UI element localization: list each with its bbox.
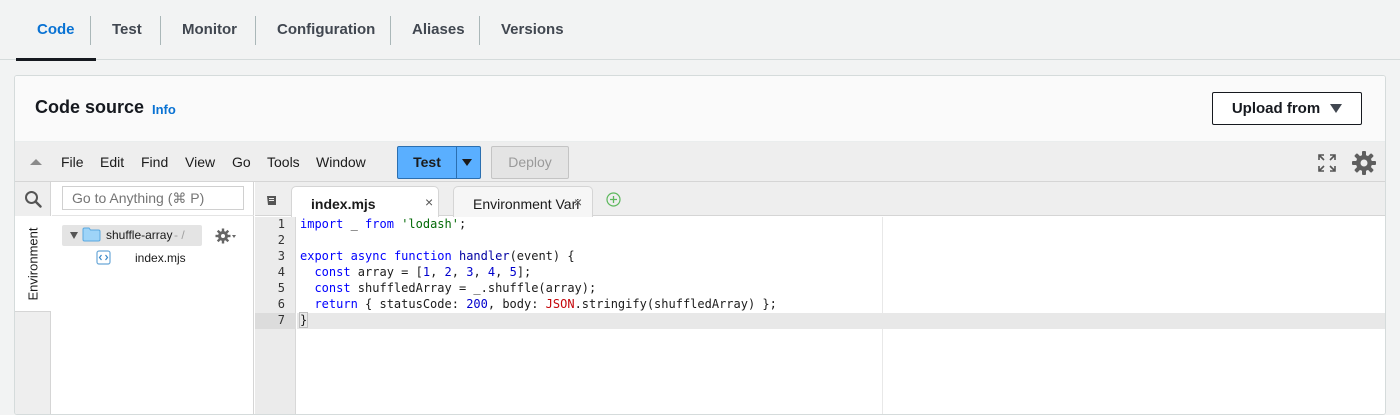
- code-line-7: }: [298, 312, 309, 328]
- line-number: 7: [277, 313, 285, 327]
- folder-icon: [82, 227, 101, 242]
- file-name: index.mjs: [135, 251, 186, 265]
- search-icon[interactable]: [24, 190, 42, 208]
- tab-test[interactable]: Test: [91, 0, 163, 60]
- divider: [52, 215, 254, 216]
- tab-aliases[interactable]: Aliases: [391, 0, 486, 60]
- folder-path: - /: [174, 228, 185, 242]
- ide-menu-bar: File Edit Find View Go Tools Window Test…: [15, 142, 1385, 182]
- line-number: 2: [277, 233, 285, 247]
- active-line-highlight: [297, 313, 1385, 329]
- tabs-menu-icon[interactable]: [266, 194, 278, 206]
- folder-name: shuffle-array: [106, 228, 173, 242]
- editor-tab-environment-variables[interactable]: Environment Vari ×: [453, 186, 593, 217]
- menu-file[interactable]: File: [61, 154, 84, 170]
- test-button[interactable]: Test: [398, 147, 457, 178]
- gear-icon[interactable]: [1351, 150, 1377, 176]
- menu-edit[interactable]: Edit: [100, 154, 124, 170]
- file-tree: shuffle-array - / index.mjs: [52, 182, 254, 414]
- go-to-anything-input[interactable]: [62, 186, 244, 210]
- code-source-panel: Code source Info Upload from File Edit F…: [14, 75, 1386, 415]
- deploy-button[interactable]: Deploy: [491, 146, 569, 179]
- line-number: 5: [277, 281, 285, 295]
- code-line-3: export async function handler(event) {: [300, 249, 575, 263]
- panel-title: Code source: [35, 97, 145, 117]
- close-tab-icon[interactable]: ×: [574, 194, 582, 210]
- tab-versions[interactable]: Versions: [480, 0, 585, 60]
- test-button-group: Test: [397, 146, 481, 179]
- folder-shuffle-array[interactable]: shuffle-array - /: [62, 225, 202, 246]
- environment-tab[interactable]: Environment: [15, 216, 51, 312]
- test-dropdown-icon[interactable]: [462, 159, 472, 166]
- line-number: 3: [277, 249, 285, 263]
- code-editor[interactable]: 1 2 3 4 5 6 7 import _ from 'lodash'; ex…: [255, 217, 1385, 414]
- side-panel-strip: Environment: [15, 182, 51, 414]
- tree-settings-gear-icon[interactable]: [215, 228, 237, 244]
- fullscreen-icon[interactable]: [1318, 154, 1336, 172]
- caret-down-icon: [1330, 104, 1343, 113]
- editor-tab-label: Environment Vari: [473, 196, 580, 212]
- menu-tools[interactable]: Tools: [267, 154, 300, 170]
- menu-window[interactable]: Window: [316, 154, 366, 170]
- add-tab-icon[interactable]: [606, 192, 621, 207]
- line-number: 4: [277, 265, 285, 279]
- tab-monitor[interactable]: Monitor: [161, 0, 258, 60]
- editor-tab-bar: index.mjs × Environment Vari ×: [255, 182, 1385, 217]
- line-number: 6: [277, 297, 285, 311]
- info-link[interactable]: Info: [152, 102, 176, 117]
- line-number: 1: [277, 217, 285, 231]
- upload-from-button[interactable]: Upload from: [1212, 92, 1362, 125]
- print-margin-line: [882, 217, 883, 414]
- code-line-6: return { statusCode: 200, body: JSON.str…: [314, 297, 777, 311]
- file-icon: [96, 250, 111, 265]
- function-tabs: Code Test Monitor Configuration Aliases …: [0, 0, 1400, 61]
- code-line-5: const shuffledArray = _.shuffle(array);: [314, 281, 597, 295]
- menu-go[interactable]: Go: [232, 154, 251, 170]
- menu-find[interactable]: Find: [141, 154, 168, 170]
- code-line-4: const array = [1, 2, 3, 4, 5];: [314, 265, 532, 279]
- editor-tab-label: index.mjs: [311, 196, 376, 212]
- tab-code[interactable]: Code: [16, 0, 96, 61]
- panel-header: Code source Info Upload from: [15, 76, 1385, 142]
- line-number-gutter: 1 2 3 4 5 6 7: [255, 217, 296, 414]
- tab-configuration[interactable]: Configuration: [256, 0, 396, 60]
- editor-tab-index-mjs[interactable]: index.mjs ×: [291, 186, 439, 217]
- upload-from-label: Upload from: [1231, 100, 1321, 117]
- code-line-1: import _ from 'lodash';: [300, 217, 467, 231]
- collapse-menu-icon[interactable]: [30, 159, 42, 165]
- menu-view[interactable]: View: [185, 154, 215, 170]
- close-tab-icon[interactable]: ×: [425, 194, 433, 210]
- environment-tab-label: Environment: [25, 227, 41, 301]
- expand-arrow-icon[interactable]: [70, 232, 78, 239]
